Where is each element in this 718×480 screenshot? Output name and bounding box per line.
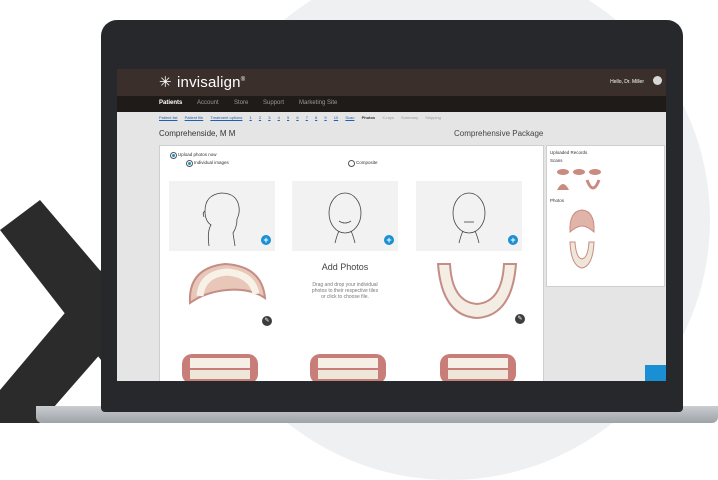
frontal-smile-tile[interactable]: + — [292, 181, 398, 251]
uploaded-records-panel: Uploaded Records Scans Photos — [546, 145, 665, 287]
add-photos-dropzone[interactable]: Add Photos Drag and drop your individual… — [292, 256, 398, 336]
crumb-patient-file[interactable]: Patient file — [185, 115, 204, 120]
crumb-step-6[interactable]: 6 — [296, 115, 298, 120]
photos-label: Photos — [550, 198, 565, 203]
records-title: Uploaded Records — [550, 150, 588, 155]
add-photo-icon[interactable]: + — [261, 235, 271, 245]
app-header: ✳ invisalign® Hello, Dr. Miller — [117, 69, 666, 96]
crumb-step-7[interactable]: 7 — [306, 115, 308, 120]
nav-marketing-site[interactable]: Marketing Site — [299, 100, 337, 106]
crumb-x-rays: X-rays — [382, 115, 394, 120]
crumb-shipping: Shipping — [425, 115, 441, 120]
crumb-photos: Photos — [361, 115, 376, 120]
edit-photo-icon[interactable]: ✎ — [515, 314, 525, 324]
frontal-head-outline — [328, 192, 362, 244]
breadcrumb: Patient list Patient file Treatment opti… — [159, 115, 447, 120]
individual-images-radio[interactable] — [186, 160, 193, 167]
individual-images-label: Individual images — [194, 160, 229, 165]
scans-label: Scans — [550, 158, 563, 163]
crumb-patient-list[interactable]: Patient list — [159, 115, 177, 120]
nav-store[interactable]: Store — [234, 100, 248, 106]
add-photo-icon[interactable]: + — [508, 235, 518, 245]
crumb-treatment-options[interactable]: Treatment options — [210, 115, 242, 120]
laptop-screen: ✳ invisalign® Hello, Dr. Miller Patients… — [117, 69, 666, 381]
crumb-step-8[interactable]: 8 — [315, 115, 317, 120]
photo-thumbnails — [569, 209, 595, 269]
intraoral-photo-left[interactable] — [438, 348, 518, 381]
nav-patients[interactable]: Patients — [159, 100, 182, 106]
teeth-image — [182, 354, 258, 381]
add-photos-title: Add Photos — [321, 262, 369, 272]
intraoral-photo-right[interactable] — [180, 348, 260, 381]
composite-radio[interactable] — [348, 160, 355, 167]
intraoral-photo-front[interactable] — [308, 348, 388, 381]
crumb-step-10[interactable]: 10 — [334, 115, 338, 120]
profile-photo-tile[interactable]: + — [169, 181, 275, 251]
lower-arch-image — [436, 263, 518, 320]
upload-now-radio[interactable] — [170, 152, 177, 159]
nav-support[interactable]: Support — [263, 100, 284, 106]
package-name: Comprehensive Package — [454, 129, 544, 138]
scroll-to-top-button[interactable] — [645, 365, 666, 381]
user-greeting[interactable]: Hello, Dr. Miller — [610, 79, 644, 85]
add-photos-desc-3: or click to choose file. — [321, 294, 369, 300]
frontal-head-outline — [452, 192, 486, 244]
crumb-step-1[interactable]: 1 — [250, 115, 252, 120]
add-photo-icon[interactable]: + — [384, 235, 394, 245]
composite-label: Composite — [356, 160, 378, 165]
crumb-step-4[interactable]: 4 — [278, 115, 280, 120]
teeth-image — [310, 354, 386, 381]
lower-occlusal-photo[interactable]: ✎ — [430, 258, 525, 324]
sparkle-icon: ✳ — [159, 74, 172, 91]
upper-occlusal-photo[interactable]: ✎ — [180, 258, 275, 326]
upload-now-label: Upload photos now — [178, 152, 217, 157]
photo-upload-panel: Upload photos now Individual images Comp… — [159, 145, 544, 381]
avatar[interactable] — [653, 76, 662, 85]
crumb-step-5[interactable]: 5 — [287, 115, 289, 120]
crumb-step-3[interactable]: 3 — [268, 115, 270, 120]
teeth-image — [440, 354, 516, 381]
brand-logo[interactable]: invisalign® — [177, 74, 245, 91]
main-nav: Patients Account Store Support Marketing… — [117, 96, 666, 112]
upper-arch-image — [188, 262, 267, 305]
profile-head-outline — [202, 192, 240, 247]
edit-photo-icon[interactable]: ✎ — [262, 316, 272, 326]
crumb-summary: Summary — [400, 115, 419, 120]
crumb-scan[interactable]: Scan — [345, 115, 354, 120]
nav-account[interactable]: Account — [197, 100, 219, 106]
crumb-step-9[interactable]: 9 — [324, 115, 326, 120]
frontal-tile[interactable]: + — [416, 181, 522, 251]
crumb-step-2[interactable]: 2 — [259, 115, 261, 120]
patient-name: Comprehenside, M M — [159, 129, 236, 138]
scan-thumbnails — [557, 169, 601, 190]
